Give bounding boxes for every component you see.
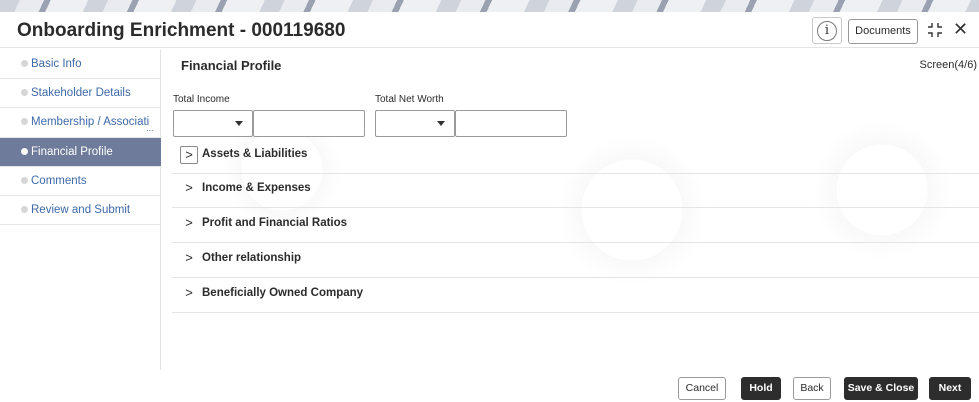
screen-counter: Screen(4/6) <box>919 59 977 71</box>
accordion-label: Assets & Liabilities <box>202 148 308 160</box>
info-icon[interactable]: i <box>817 21 837 41</box>
cancel-button[interactable]: Cancel <box>678 377 726 400</box>
chevron-right-icon[interactable]: > <box>180 180 198 198</box>
total-income-label: Total Income <box>173 94 230 105</box>
sidebar-item-label: Comments <box>31 175 87 187</box>
accordion-assets-liabilities[interactable]: > Assets & Liabilities <box>172 138 979 174</box>
sidebar-item-label: Basic Info <box>31 58 82 70</box>
footer-action-bar: Cancel Hold Back Save & Close Next <box>0 370 979 402</box>
sidebar-item-membership[interactable]: Membership / Associati ... <box>0 108 161 138</box>
sidebar-item-label: Membership / Associati <box>31 116 150 128</box>
step-dot-icon <box>21 206 28 213</box>
sidebar-item-label: Review and Submit <box>31 204 131 216</box>
sidebar-item-label: Financial Profile <box>31 146 113 158</box>
page-title: Onboarding Enrichment - 000119680 <box>17 20 346 41</box>
step-dot-icon <box>21 148 28 155</box>
sidebar-item-label: Stakeholder Details <box>31 87 131 99</box>
accordion-profit-financial-ratios[interactable]: > Profit and Financial Ratios <box>172 207 979 243</box>
sidebar-item-review-and-submit[interactable]: Review and Submit <box>0 196 161 225</box>
expand-icon[interactable] <box>927 22 943 38</box>
close-icon[interactable]: ✕ <box>953 20 968 38</box>
main-content: Financial Profile Screen(4/6) Total Inco… <box>162 50 979 370</box>
chevron-right-icon[interactable]: > <box>180 285 198 303</box>
step-dot-icon <box>21 60 28 67</box>
next-button[interactable]: Next <box>929 377 971 400</box>
step-dot-icon <box>21 177 28 184</box>
chevron-right-icon[interactable]: > <box>180 250 198 268</box>
documents-button[interactable]: Documents <box>848 19 918 44</box>
save-close-button[interactable]: Save & Close <box>844 377 918 400</box>
step-dot-icon <box>21 89 28 96</box>
hold-button[interactable]: Hold <box>741 377 781 400</box>
chevron-right-icon[interactable]: > <box>180 146 198 164</box>
section-title: Financial Profile <box>181 58 282 73</box>
total-income-currency-select[interactable] <box>173 110 253 137</box>
chevron-down-icon <box>437 121 445 126</box>
sidebar-item-financial-profile[interactable]: Financial Profile <box>0 138 161 167</box>
accordion-beneficially-owned-company[interactable]: > Beneficially Owned Company <box>172 277 979 313</box>
decorative-banner-strip <box>0 0 979 12</box>
step-dot-icon <box>21 118 28 125</box>
accordion-other-relationship[interactable]: > Other relationship <box>172 242 979 278</box>
truncation-ellipsis: ... <box>146 123 154 133</box>
chevron-right-icon[interactable]: > <box>180 215 198 233</box>
total-net-worth-currency-select[interactable] <box>375 110 455 137</box>
window-header: Onboarding Enrichment - 000119680 i Docu… <box>0 12 979 48</box>
chevron-down-icon <box>235 121 243 126</box>
accordion-label: Income & Expenses <box>202 182 311 194</box>
accordion-income-expenses[interactable]: > Income & Expenses <box>172 172 979 208</box>
back-button[interactable]: Back <box>793 377 831 400</box>
total-net-worth-label: Total Net Worth <box>375 94 444 105</box>
sidebar-item-stakeholder-details[interactable]: Stakeholder Details <box>0 79 161 108</box>
accordion-label: Other relationship <box>202 252 302 264</box>
sidebar-item-basic-info[interactable]: Basic Info <box>0 50 161 79</box>
total-net-worth-input[interactable] <box>455 110 567 137</box>
sidebar: Basic Info Stakeholder Details Membershi… <box>0 50 161 370</box>
accordion-label: Beneficially Owned Company <box>202 287 364 299</box>
total-income-input[interactable] <box>253 110 365 137</box>
sidebar-item-comments[interactable]: Comments <box>0 167 161 196</box>
accordion-label: Profit and Financial Ratios <box>202 217 348 229</box>
